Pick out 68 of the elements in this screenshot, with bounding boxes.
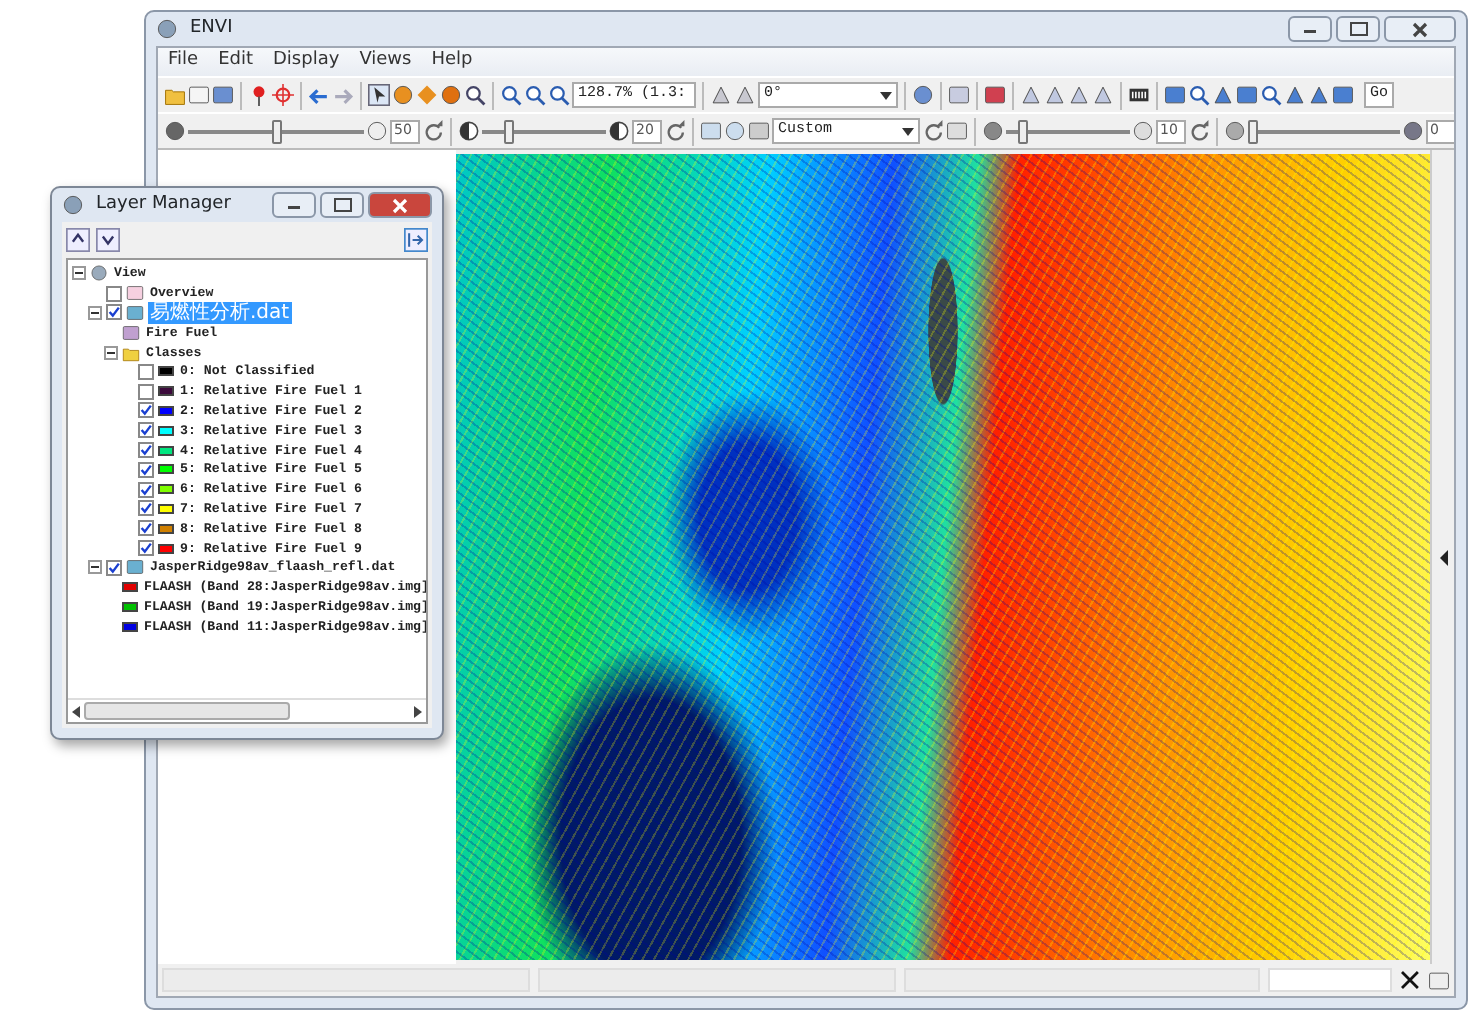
maximize-button[interactable] <box>320 192 364 218</box>
expand-toggle[interactable] <box>88 560 102 575</box>
slider-thumb[interactable] <box>504 119 515 143</box>
refresh-icon[interactable] <box>922 120 944 142</box>
close-icon <box>1412 21 1428 37</box>
minimize-button[interactable] <box>1288 16 1332 42</box>
checkbox[interactable] <box>138 540 154 557</box>
window-title: ENVI <box>190 15 233 42</box>
caret-icon <box>902 127 914 135</box>
slider-thumb[interactable] <box>1248 119 1258 143</box>
checkbox[interactable] <box>106 304 122 321</box>
expand-toggle[interactable] <box>104 345 118 360</box>
close-button[interactable] <box>368 192 432 218</box>
light-circle-icon[interactable] <box>1132 120 1154 142</box>
checkbox[interactable] <box>106 559 122 576</box>
close-icon[interactable] <box>1400 970 1420 990</box>
scroll-arrow-icon[interactable] <box>1439 549 1447 565</box>
checkbox[interactable] <box>138 422 154 439</box>
scroll-right-icon[interactable] <box>414 705 422 717</box>
expand-toggle[interactable] <box>88 305 102 320</box>
maximize-icon <box>333 198 351 212</box>
menu-item[interactable]: Views <box>349 48 422 76</box>
light-circle-icon[interactable] <box>366 120 388 142</box>
move-down-icon[interactable] <box>96 228 120 252</box>
move-up-icon[interactable] <box>66 228 90 252</box>
menu-item[interactable]: Display <box>263 48 350 76</box>
refresh-icon[interactable] <box>422 120 444 142</box>
dark-circle-icon[interactable] <box>982 120 1004 142</box>
maximize-button[interactable] <box>1336 16 1380 42</box>
bars-icon[interactable] <box>1128 84 1150 106</box>
checkbox[interactable] <box>106 285 122 302</box>
refresh-icon[interactable] <box>1188 120 1210 142</box>
folder-icon <box>122 343 140 362</box>
contrast-icon[interactable] <box>458 120 480 142</box>
checkbox[interactable] <box>138 383 154 400</box>
menu-item[interactable]: Edit <box>208 48 263 76</box>
window-title: Layer Manager <box>96 191 231 218</box>
slider-thumb[interactable] <box>271 119 281 143</box>
status-pane <box>1268 968 1393 992</box>
checkbox[interactable] <box>138 520 154 537</box>
close-button[interactable] <box>1384 16 1456 42</box>
undo-icon[interactable] <box>308 84 330 106</box>
checkbox[interactable] <box>138 481 154 498</box>
refresh-icon[interactable] <box>664 120 686 142</box>
checkbox[interactable] <box>138 402 154 419</box>
minimize-button[interactable] <box>272 192 316 218</box>
slider-thumb[interactable] <box>1017 119 1028 143</box>
pointer-icon[interactable] <box>368 84 390 106</box>
checkbox[interactable] <box>138 461 154 478</box>
dock-icon[interactable] <box>404 228 428 252</box>
folder-icon[interactable] <box>164 84 186 106</box>
close-icon <box>392 197 408 213</box>
scroll-left-icon[interactable] <box>72 705 80 717</box>
menu-item[interactable]: File <box>158 48 209 76</box>
maximize-icon <box>1349 22 1367 36</box>
dark-circle-icon[interactable] <box>164 120 186 142</box>
checkbox[interactable] <box>138 363 154 380</box>
expand-toggle[interactable] <box>72 266 86 281</box>
pin-icon[interactable] <box>248 84 270 106</box>
scrollbar-thumb[interactable] <box>84 702 290 720</box>
contrast-icon[interactable] <box>608 120 630 142</box>
zoom-in-icon[interactable] <box>500 84 522 106</box>
checkbox[interactable] <box>138 442 154 459</box>
crosshair-icon[interactable] <box>272 84 294 106</box>
checkbox[interactable] <box>138 500 154 517</box>
caret-icon <box>880 91 892 99</box>
menu-item[interactable]: Help <box>421 48 483 76</box>
magnifier-icon[interactable] <box>464 84 486 106</box>
